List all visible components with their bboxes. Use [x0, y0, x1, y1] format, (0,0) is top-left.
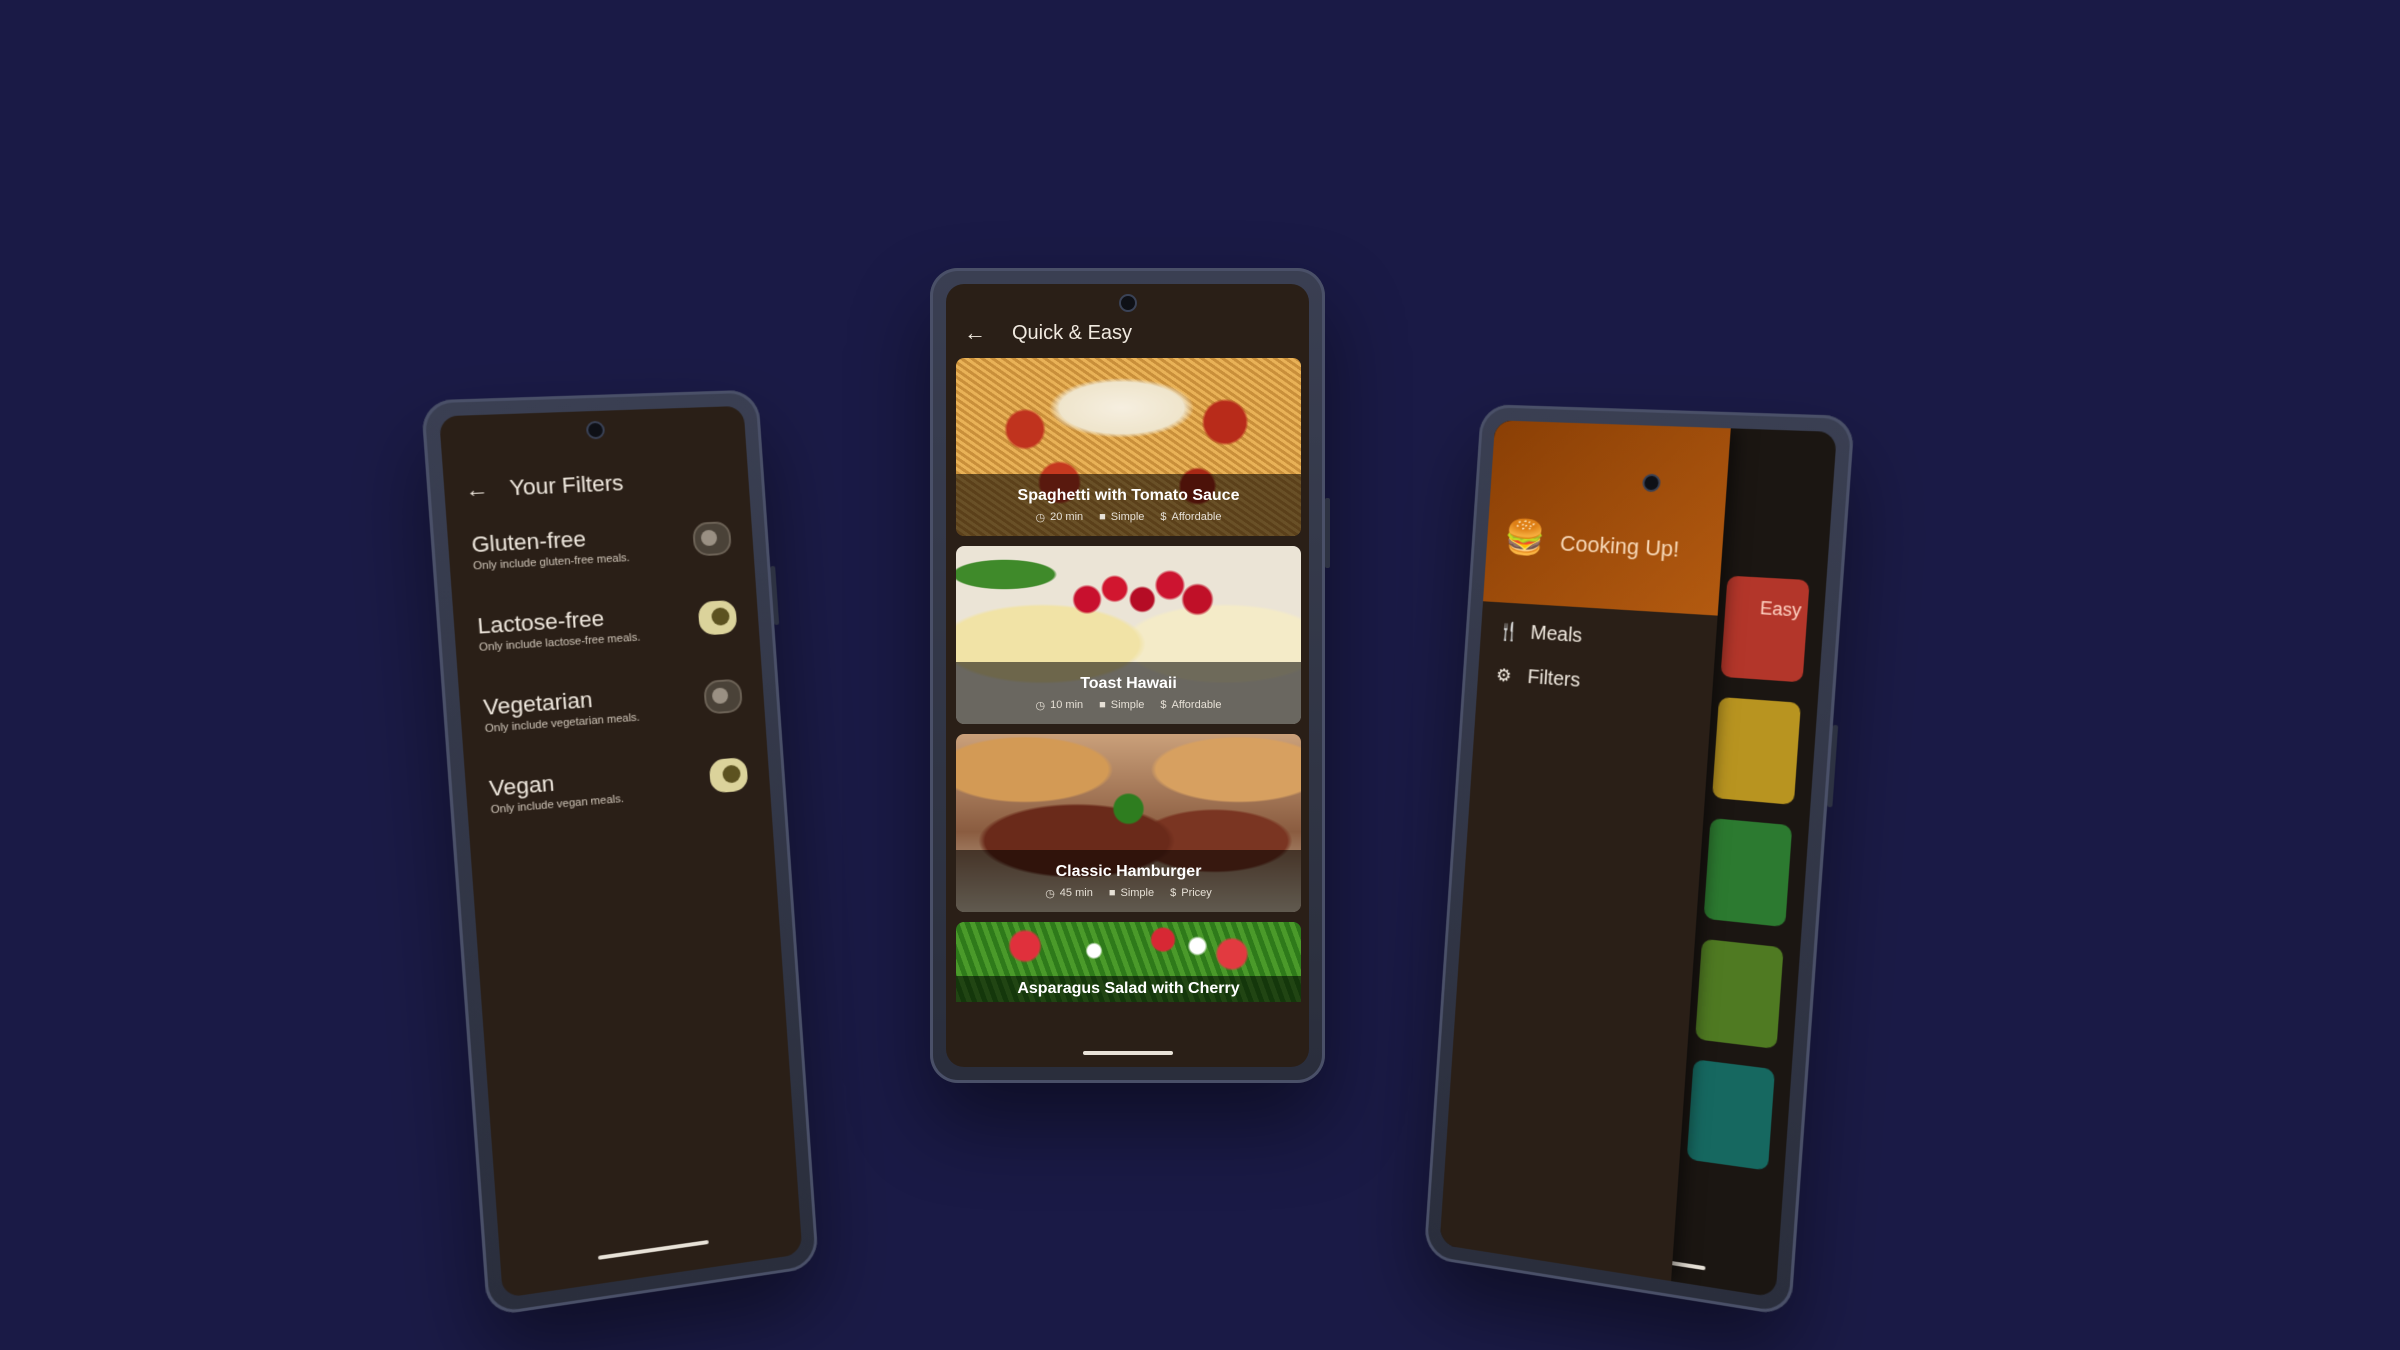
clock-icon: ◷: [1035, 699, 1046, 712]
home-indicator[interactable]: [1082, 1051, 1173, 1055]
meal-card-toast-hawaii[interactable]: Toast Hawaii ◷ 10 min ■ Simple $ Affordable: [956, 546, 1301, 724]
meal-info-overlay: Spaghetti with Tomato Sauce ◷ 20 min ■ Sim…: [956, 474, 1301, 536]
meal-info-overlay: Asparagus Salad with Cherry: [956, 976, 1301, 1002]
dollar-icon: $: [1160, 699, 1167, 711]
briefcase-icon: ■: [1099, 511, 1106, 523]
briefcase-icon: ■: [1108, 887, 1116, 899]
meal-affordability: $ Pricey: [1170, 887, 1212, 900]
category-tile[interactable]: [1686, 1059, 1776, 1171]
category-tile[interactable]: [1712, 696, 1802, 805]
category-tile[interactable]: [1703, 817, 1793, 928]
drawer-app-name: Cooking Up!: [1559, 530, 1681, 562]
category-title: Quick & Easy: [1012, 321, 1133, 344]
meal-complexity: ■ Simple: [1099, 699, 1144, 712]
meal-title: Spaghetti with Tomato Sauce: [1017, 486, 1240, 504]
meal-info-overlay: Classic Hamburger ◷ 45 min ■ Simple $ Price…: [956, 850, 1301, 912]
drawer-header: 🍔 Cooking Up!: [1483, 420, 1731, 616]
category-tile-label: Easy: [1759, 597, 1803, 621]
drawer-screen: Easy 🍔 Cooking Up! 🍴 Meals ⚙ Filters: [1439, 420, 1837, 1298]
meal-complexity: ■ Simple: [1109, 887, 1154, 900]
phone-drawer: Easy 🍔 Cooking Up! 🍴 Meals ⚙ Filters: [1423, 404, 1855, 1317]
meal-info-overlay: Toast Hawaii ◷ 10 min ■ Simple $ Affordable: [956, 662, 1301, 724]
category-tile[interactable]: [1720, 575, 1810, 683]
meal-card-spaghetti[interactable]: Spaghetti with Tomato Sauce ◷ 20 min ■ Sim…: [956, 358, 1301, 536]
power-button: [1827, 724, 1839, 808]
drawer-item-label: Meals: [1529, 621, 1583, 648]
meal-card-classic-hamburger[interactable]: Classic Hamburger ◷ 45 min ■ Simple $ Price…: [956, 734, 1301, 912]
meal-affordability: $ Affordable: [1160, 699, 1221, 712]
meal-card-asparagus-salad[interactable]: Asparagus Salad with Cherry: [956, 922, 1301, 1002]
meal-duration: ◷ 20 min: [1036, 511, 1084, 524]
vegetarian-switch[interactable]: [703, 678, 744, 715]
meal-meta: ◷ 45 min ■ Simple $ Pricey: [1045, 887, 1212, 900]
meals-screen: ← Quick & Easy Spaghetti with Tomato Sau…: [946, 284, 1309, 1067]
complexity-text: Simple: [1110, 511, 1145, 523]
category-tile[interactable]: [1695, 938, 1784, 1050]
meal-title: Toast Hawaii: [1080, 674, 1177, 692]
duration-text: 45 min: [1059, 887, 1093, 899]
front-camera: [1118, 294, 1137, 312]
drawer-item-label: Filters: [1526, 666, 1581, 692]
duration-text: 10 min: [1050, 699, 1084, 711]
gluten-free-switch[interactable]: [692, 521, 733, 557]
meal-meta: ◷ 20 min ■ Simple $ Affordable: [1036, 511, 1222, 524]
power-button: [770, 565, 780, 625]
briefcase-icon: ■: [1099, 699, 1106, 711]
affordability-text: Pricey: [1181, 887, 1212, 899]
meal-duration: ◷ 45 min: [1045, 887, 1093, 900]
showcase-stage: ← Your Filters Gluten-free Only include …: [0, 0, 2400, 1350]
dollar-icon: $: [1160, 511, 1167, 523]
back-arrow-icon[interactable]: ←: [964, 320, 986, 346]
home-indicator[interactable]: [597, 1239, 709, 1260]
meal-meta: ◷ 10 min ■ Simple $ Affordable: [1036, 699, 1222, 712]
meal-title: Asparagus Salad with Cherry: [1017, 980, 1240, 997]
phone-meals: ← Quick & Easy Spaghetti with Tomato Sau…: [930, 268, 1330, 1083]
fastfood-icon: 🍔: [1503, 518, 1547, 558]
switch-knob: [710, 607, 731, 626]
switch-knob: [722, 764, 742, 784]
meal-duration: ◷ 10 min: [1036, 699, 1084, 712]
power-button: [1325, 498, 1330, 568]
clock-icon: ◷: [1035, 511, 1046, 524]
meal-affordability: $ Affordable: [1160, 511, 1221, 524]
filters-screen: ← Your Filters Gluten-free Only include …: [438, 405, 803, 1299]
affordability-text: Affordable: [1171, 511, 1222, 523]
filters-title: Your Filters: [508, 470, 625, 501]
fork-knife-icon: 🍴: [1497, 620, 1521, 642]
complexity-text: Simple: [1120, 887, 1155, 899]
gear-icon: ⚙: [1495, 664, 1513, 686]
back-arrow-icon[interactable]: ←: [465, 476, 490, 503]
meal-title: Classic Hamburger: [1055, 862, 1202, 880]
switch-knob: [700, 529, 718, 547]
affordability-text: Affordable: [1171, 699, 1222, 711]
phone-filters: ← Your Filters Gluten-free Only include …: [420, 389, 819, 1317]
meal-complexity: ■ Simple: [1099, 511, 1144, 524]
dollar-icon: $: [1170, 887, 1177, 899]
complexity-text: Simple: [1110, 699, 1145, 711]
duration-text: 20 min: [1050, 511, 1084, 523]
clock-icon: ◷: [1045, 887, 1055, 900]
switch-knob: [711, 687, 729, 705]
lactose-free-switch[interactable]: [697, 599, 738, 636]
